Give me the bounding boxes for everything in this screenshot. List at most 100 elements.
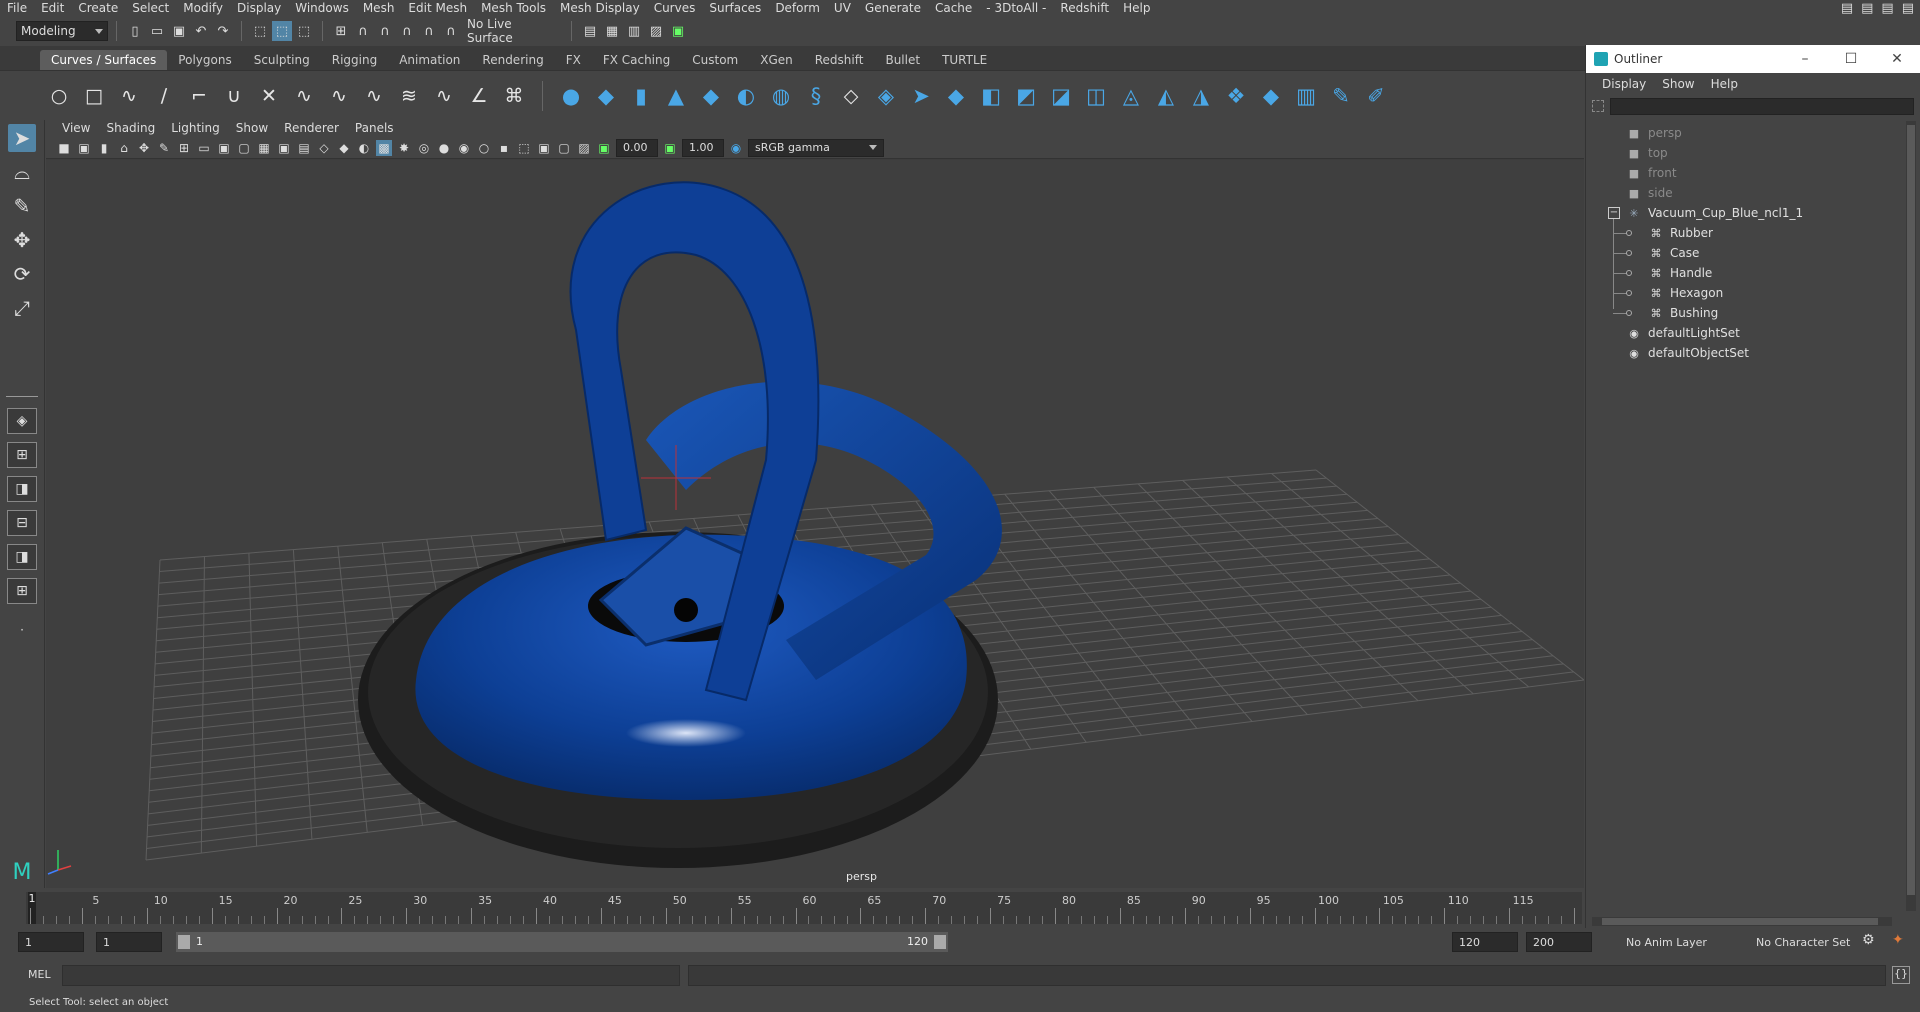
nurbs-torus-icon[interactable]: ◐ xyxy=(733,83,759,109)
revolve-icon[interactable]: ◍ xyxy=(768,83,794,109)
menu-file[interactable]: File xyxy=(0,0,34,17)
detach-curves-icon[interactable]: ∿ xyxy=(326,83,352,109)
scale-tool-icon[interactable]: ⤢ xyxy=(8,294,36,322)
menu-edit-mesh[interactable]: Edit Mesh xyxy=(401,0,474,17)
outliner-vertical-scrollbar[interactable] xyxy=(1906,121,1916,911)
maximize-panel-icon[interactable]: ▤ xyxy=(1902,1,1914,16)
view-transform-dropdown[interactable]: sRGB gamma xyxy=(748,138,884,157)
snap-grid-icon[interactable]: ⊞ xyxy=(331,21,351,41)
select-tool-icon[interactable]: ➤ xyxy=(8,124,36,152)
field-chart-icon[interactable]: ▦ xyxy=(256,140,272,156)
close-icon[interactable]: ✕ xyxy=(1874,51,1920,67)
bookmark-icon[interactable]: ▮ xyxy=(96,140,112,156)
extrude-icon[interactable]: ◈ xyxy=(873,83,899,109)
grid-icon[interactable]: ⊞ xyxy=(176,140,192,156)
menu-mesh[interactable]: Mesh xyxy=(356,0,402,17)
snap-point-icon[interactable]: ∩ xyxy=(375,21,395,41)
end-frame-field[interactable]: 200 xyxy=(1526,932,1592,952)
ipr-render-icon[interactable]: ▥ xyxy=(624,21,644,41)
exposure-field[interactable]: 0.00 xyxy=(616,138,658,157)
exposure-icon[interactable]: ▣ xyxy=(596,140,612,156)
redo-icon[interactable]: ↷ xyxy=(213,21,233,41)
select-camera-icon[interactable]: ■ xyxy=(56,140,72,156)
nurbs-cylinder-icon[interactable]: ▮ xyxy=(628,83,654,109)
shelf-tab-xgen[interactable]: XGen xyxy=(749,50,804,70)
use-all-lights-icon[interactable]: ◎ xyxy=(416,140,432,156)
move-tool-icon[interactable]: ✥ xyxy=(8,226,36,254)
four-pane-layout-icon[interactable]: ⊞ xyxy=(7,442,37,468)
nurbs-cube-icon[interactable]: ◆ xyxy=(593,83,619,109)
menu-mesh-display[interactable]: Mesh Display xyxy=(553,0,647,17)
more-layouts-icon[interactable]: · xyxy=(8,616,36,644)
snap-view-icon[interactable]: ∩ xyxy=(397,21,417,41)
nurbs-square-icon[interactable]: □ xyxy=(81,83,107,109)
outliner-item-group[interactable]: ✳ Vacuum_Cup_Blue_ncl1_1 xyxy=(1626,203,1803,223)
render-frame-icon[interactable]: ▦ xyxy=(602,21,622,41)
character-set-dropdown[interactable]: No Character Set xyxy=(1750,932,1870,952)
sculpt-geometry-icon[interactable]: ✎ xyxy=(1328,83,1354,109)
default-material-icon[interactable]: ◐ xyxy=(356,140,372,156)
outliner-item-hexagon[interactable]: ⌘ Hexagon xyxy=(1648,283,1724,303)
safe-action-icon[interactable]: ▣ xyxy=(276,140,292,156)
new-scene-icon[interactable]: ▯ xyxy=(125,21,145,41)
cv-curve-icon[interactable]: ∿ xyxy=(116,83,142,109)
xray-active-icon[interactable]: ▨ xyxy=(576,140,592,156)
menu-curves[interactable]: Curves xyxy=(647,0,703,17)
rotate-tool-icon[interactable]: ⟳ xyxy=(8,260,36,288)
menu-deform[interactable]: Deform xyxy=(768,0,827,17)
playback-start-field[interactable]: 1 xyxy=(96,932,162,952)
shadows-icon[interactable]: ● xyxy=(436,140,452,156)
safe-title-icon[interactable]: ▤ xyxy=(296,140,312,156)
menu-generate[interactable]: Generate xyxy=(858,0,928,17)
select-object-icon[interactable]: ⬚ xyxy=(272,21,292,41)
two-pane-layout-icon[interactable]: ◨ xyxy=(7,476,37,502)
detach-surfaces-icon[interactable]: ❖ xyxy=(1223,83,1249,109)
menu-display[interactable]: Display xyxy=(230,0,288,17)
command-language-label[interactable]: MEL xyxy=(28,968,51,981)
intersect-surfaces-icon[interactable]: ◫ xyxy=(1083,83,1109,109)
surface-edit-icon[interactable]: ✐ xyxy=(1363,83,1389,109)
shelf-tab-animation[interactable]: Animation xyxy=(388,50,471,70)
viewport-scene[interactable] xyxy=(46,160,1584,888)
outliner-item-front[interactable]: ■ front xyxy=(1626,163,1677,183)
planar-icon[interactable]: ◇ xyxy=(838,83,864,109)
gamma-icon[interactable]: ▣ xyxy=(662,140,678,156)
range-bar[interactable]: 1 120 xyxy=(176,932,948,952)
command-input[interactable] xyxy=(62,965,680,986)
menu-redshift[interactable]: Redshift xyxy=(1053,0,1116,17)
toggle-ui-icon[interactable]: ▤ xyxy=(1881,1,1893,16)
menu-help[interactable]: Help xyxy=(1116,0,1157,17)
viewport-menu-lighting[interactable]: Lighting xyxy=(163,121,228,135)
outliner-item-defaultobjectset[interactable]: ◉ defaultObjectSet xyxy=(1626,343,1749,363)
viewport-menu-panels[interactable]: Panels xyxy=(347,121,402,135)
menu-select[interactable]: Select xyxy=(125,0,176,17)
image-plane-icon[interactable]: ⌂ xyxy=(116,140,132,156)
snap-curve-icon[interactable]: ∩ xyxy=(353,21,373,41)
isolate-select-icon[interactable]: ⬚ xyxy=(516,140,532,156)
bevel-plus-icon[interactable]: ◩ xyxy=(1013,83,1039,109)
range-end-handle[interactable] xyxy=(934,935,946,949)
wireframe-on-shaded-icon[interactable]: ▩ xyxy=(376,139,392,156)
auto-key-icon[interactable]: ⚙ xyxy=(1862,932,1875,948)
outliner-item-top[interactable]: ■ top xyxy=(1626,143,1668,163)
select-hierarchy-icon[interactable]: ⬚ xyxy=(250,21,270,41)
ep-curve-icon[interactable]: ∕ xyxy=(151,83,177,109)
script-editor-icon[interactable]: {} xyxy=(1892,966,1910,984)
hypershade-layout-icon[interactable]: ⊞ xyxy=(7,578,37,604)
playback-end-field[interactable]: 120 xyxy=(1452,932,1518,952)
mode-selector[interactable]: Modeling xyxy=(16,21,108,41)
menu-3dtoall[interactable]: - 3DtoAll - xyxy=(979,0,1053,17)
loft-icon[interactable]: § xyxy=(803,83,829,109)
outliner-item-side[interactable]: ■ side xyxy=(1626,183,1673,203)
nurbs-plane-icon[interactable]: ◆ xyxy=(698,83,724,109)
outliner-item-rubber[interactable]: ⌘ Rubber xyxy=(1648,223,1713,243)
bezier-curve-icon[interactable]: ⌘ xyxy=(501,83,527,109)
menu-modify[interactable]: Modify xyxy=(176,0,230,17)
render-settings-icon[interactable]: ▤ xyxy=(580,21,600,41)
outliner-item-persp[interactable]: ■ persp xyxy=(1626,123,1682,143)
outliner-item-defaultlightset[interactable]: ◉ defaultLightSet xyxy=(1626,323,1740,343)
insert-isoparm-icon[interactable]: ▥ xyxy=(1293,83,1319,109)
filter-icon[interactable] xyxy=(1592,100,1604,112)
gate-mask-icon[interactable]: ▢ xyxy=(236,140,252,156)
save-scene-icon[interactable]: ▣ xyxy=(169,21,189,41)
